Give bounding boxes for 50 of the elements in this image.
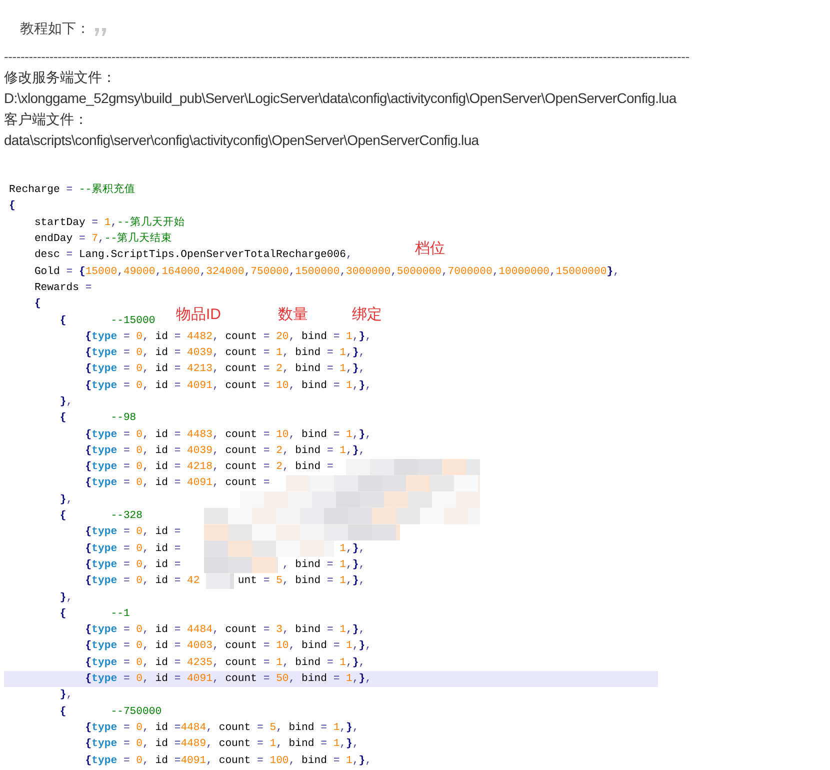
code-line: { --1 bbox=[58, 606, 130, 622]
code-line: }, bbox=[58, 688, 73, 704]
code-line: {type = 0, id = 4483, count = 10, bind = 1,}, bbox=[84, 428, 372, 443]
file-path: D:\xlonggame_52gmsy\build_pub\Server\LogicServer\data\config\activityconfig\OpenServer\OpenServerConfig.lua bbox=[4, 89, 676, 108]
code-line: {type = 0, id = 42 bbox=[84, 574, 200, 590]
code-fragment: 1,}, bbox=[340, 542, 366, 557]
code-line: {type = 0, id =4489, count = 1, bind = 1,}, bbox=[84, 737, 359, 752]
dashed-divider: ---------------------------------------------------------------------------------------------------------------------------------------------------------------------- bbox=[4, 48, 690, 66]
code-line: desc = Lang.ScriptTips.OpenServerTotalRecharge006, bbox=[33, 248, 352, 264]
intro-text: 教程如下： bbox=[20, 18, 90, 38]
code-line: {type = 0, id = 4091, count = 10, bind = 1,}, bbox=[84, 378, 372, 394]
file-path: data\scripts\config\server\config\activityconfig\OpenServer\OpenServerConfig.lua bbox=[4, 131, 479, 150]
code-line: {type = 0, id = 4039, count = 1, bind = 1,}, bbox=[84, 346, 366, 362]
quote-icon bbox=[94, 26, 108, 36]
code-line: Recharge = --累积充值 bbox=[9, 182, 136, 198]
code-line: {type = 0, id =4091, count = 100, bind = 1,}, bbox=[84, 754, 372, 769]
code-line: startDay = 1,--第几天开始 bbox=[33, 216, 185, 231]
code-line: {type = 0, id = 4091, count = bbox=[84, 476, 270, 492]
code-line: Gold = {15000,49000,164000,324000,750000,1500000,3000000,5000000,7000000,10000000,15000000}, bbox=[33, 264, 620, 280]
code-line: {type = 0, id = 4482, count = 20, bind = 1,}, bbox=[84, 330, 372, 345]
annotation-label: 绑定 bbox=[352, 305, 382, 325]
code-line: }, bbox=[58, 395, 73, 410]
code-line: { --328 bbox=[58, 509, 143, 524]
code-fragment: , bind = 1,}, bbox=[282, 558, 366, 573]
code-line: }, bbox=[58, 492, 73, 508]
code-line: { bbox=[9, 199, 16, 214]
code-line: {type = 0, id = 4091, count = 50, bind = 1,}, bbox=[84, 672, 372, 688]
code-line: Rewards = bbox=[33, 280, 92, 296]
code-line: {type = 0, id = bbox=[84, 525, 181, 540]
code-line: {type = 0, id = 4235, count = 1, bind = 1,}, bbox=[84, 656, 366, 671]
code-line: {type = 0, id = 4484, count = 3, bind = 1,}, bbox=[84, 623, 366, 638]
code-line: {type = 0, id = bbox=[84, 542, 181, 557]
code-line: { --15000 bbox=[58, 314, 156, 329]
annotation-label: 数量 bbox=[278, 305, 308, 325]
code-line: { bbox=[33, 297, 41, 312]
code-line: {type = 0, id = 4218, count = 2, bind = bbox=[84, 460, 334, 476]
code-line: }, bbox=[58, 590, 73, 606]
code-line: {type = 0, id = 4213, count = 2, bind = 1,}, bbox=[84, 362, 366, 378]
code-line: { --98 bbox=[58, 411, 136, 426]
annotation-label: 物品ID bbox=[176, 305, 221, 325]
code-line: {type = 0, id =4484, count = 5, bind = 1,}, bbox=[84, 720, 359, 736]
annotation-label: 档位 bbox=[415, 239, 445, 259]
section-label: 修改服务端文件： bbox=[4, 68, 116, 87]
code-line: {type = 0, id = 4003, count = 10, bind = 1,}, bbox=[84, 639, 372, 654]
code-line: {type = 0, id = 4039, count = 2, bind = 1,}, bbox=[84, 444, 366, 459]
code-line: { --750000 bbox=[58, 704, 162, 720]
section-label: 客户端文件： bbox=[4, 110, 88, 129]
code-fragment: unt = 5, bind = 1,}, bbox=[238, 574, 366, 590]
code-line: endDay = 7,--第几天结束 bbox=[33, 231, 172, 248]
code-line: {type = 0, id = bbox=[84, 558, 181, 573]
